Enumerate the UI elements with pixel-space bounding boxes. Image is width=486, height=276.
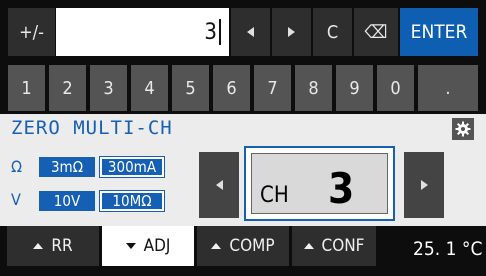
tab-conf[interactable]: CONF xyxy=(292,226,376,266)
digit-key-1[interactable]: 1 xyxy=(8,65,45,111)
digit-key-5[interactable]: 5 xyxy=(172,65,209,111)
channel-prev-button[interactable] xyxy=(199,152,239,218)
digit-key-7[interactable]: 7 xyxy=(254,65,291,111)
voltage-range-label: V xyxy=(11,190,21,209)
decimal-key[interactable]: . xyxy=(418,65,478,111)
tab-comp-label: COMP xyxy=(229,236,275,256)
channel-display-inner: CH 3 xyxy=(251,153,388,214)
cursor-left-button[interactable] xyxy=(231,8,270,56)
chevron-left-icon xyxy=(215,180,223,190)
chevron-up-icon xyxy=(303,243,314,249)
chevron-down-icon xyxy=(125,243,136,249)
channel-prefix: CH xyxy=(260,183,289,208)
chevron-up-icon xyxy=(211,243,222,249)
voltage-range-10mohm[interactable]: 10MΩ xyxy=(99,190,165,212)
entry-value: 3 xyxy=(204,19,217,45)
panel-title: ZERO MULTI-CH xyxy=(11,117,173,139)
cursor-right-button[interactable] xyxy=(272,8,311,56)
text-cursor xyxy=(219,19,221,45)
tab-rr-label: RR xyxy=(51,236,73,256)
voltage-range-10v[interactable]: 10V xyxy=(39,191,95,211)
channel-value: 3 xyxy=(328,164,355,213)
digit-key-6[interactable]: 6 xyxy=(213,65,250,111)
tab-adj[interactable]: ADJ xyxy=(102,226,194,266)
backspace-icon: ⌫ xyxy=(364,21,388,43)
sign-toggle-button[interactable]: +/- xyxy=(8,8,55,56)
temperature-readout: 25. 1 °C xyxy=(413,238,483,260)
digit-key-9[interactable]: 9 xyxy=(336,65,373,111)
digit-key-4[interactable]: 4 xyxy=(131,65,168,111)
chevron-right-icon xyxy=(288,27,295,37)
enter-button[interactable]: ENTER xyxy=(400,8,478,56)
backspace-button[interactable]: ⌫ xyxy=(354,8,398,56)
zero-multi-ch-panel: ZERO MULTI-CH Ω 3mΩ 300mA V 10V 10MΩ CH … xyxy=(0,114,486,226)
omega-range-300ma[interactable]: 300mA xyxy=(99,156,165,178)
omega-range-label: Ω xyxy=(11,157,22,176)
value-entry-field[interactable]: 3 xyxy=(56,8,229,56)
chevron-left-icon xyxy=(247,27,254,37)
digit-key-3[interactable]: 3 xyxy=(90,65,127,111)
tab-conf-label: CONF xyxy=(321,236,365,256)
gear-icon[interactable] xyxy=(452,118,474,140)
omega-range-3mohm[interactable]: 3mΩ xyxy=(39,157,95,177)
tab-rr[interactable]: RR xyxy=(7,226,99,266)
clear-button[interactable]: C xyxy=(313,8,352,56)
gear-glyph xyxy=(455,121,471,137)
tab-comp[interactable]: COMP xyxy=(197,226,289,266)
digit-key-0[interactable]: 0 xyxy=(377,65,414,111)
chevron-up-icon xyxy=(33,243,44,249)
tab-adj-label: ADJ xyxy=(143,236,171,256)
channel-display[interactable]: CH 3 xyxy=(244,146,395,221)
chevron-right-icon xyxy=(420,180,428,190)
digit-key-8[interactable]: 8 xyxy=(295,65,332,111)
channel-next-button[interactable] xyxy=(404,152,444,218)
digit-key-2[interactable]: 2 xyxy=(49,65,86,111)
